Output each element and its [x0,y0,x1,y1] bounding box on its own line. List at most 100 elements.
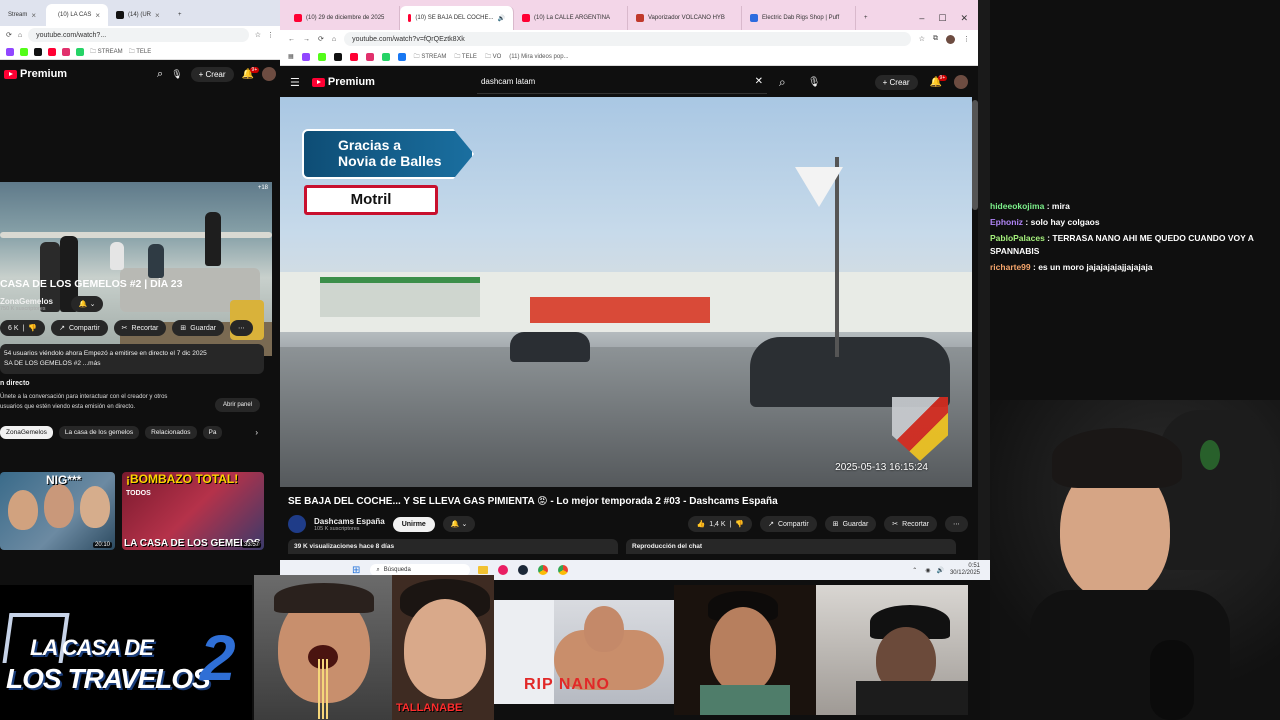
right-tab-1[interactable]: (10) 29 de diciembre de 2025 [286,6,400,30]
clip-button[interactable]: ✂ Recortar [113,320,167,336]
tray-chevron-icon[interactable]: ⌃ [912,567,917,574]
subscribed-bell-button[interactable]: 🔔 ⌄ [442,516,476,532]
chevron-right-icon[interactable]: › [255,428,258,437]
subscribed-bell-button[interactable]: 🔔 ⌄ [70,296,104,312]
youtube-premium-logo[interactable]: Premium [311,76,375,88]
share-button[interactable]: ↗ Compartir [51,320,108,336]
chrome-icon[interactable] [538,565,549,575]
related-video-thumbnail[interactable]: NIG*** 20:10 [0,472,115,550]
open-panel-button[interactable]: Abrir panel [214,398,260,412]
bookmark-star-icon[interactable]: ☆ [919,35,925,43]
volume-icon[interactable]: 🔊 [936,567,943,574]
home-icon[interactable]: ⌂ [332,36,336,43]
view-count[interactable]: 39 K visualizaciones hace 8 días [288,539,618,554]
search-icon[interactable]: ⌕ [157,68,163,81]
left-tab-3[interactable]: (14) (UR × [108,4,170,26]
twitch-bookmark-icon[interactable] [6,47,14,56]
chrome-icon[interactable] [558,565,569,575]
forward-icon[interactable]: → [303,36,310,43]
wifi-icon[interactable]: ◉ [925,567,930,574]
reload-icon[interactable]: ⟳ [318,35,324,43]
search-input[interactable]: dashcam latam ✕ [476,70,767,94]
bookmark-star-icon[interactable]: ☆ [255,31,261,39]
right-tab-5[interactable]: Electric Dab Rigs Shop | Puff [742,6,856,30]
steam-icon[interactable] [518,565,529,575]
chip-relacionados[interactable]: Relacionados [145,426,197,439]
related-video-thumbnail[interactable]: ¡BOMBAZO TOTAL! TODOS LA CASA DE LOS GEM… [122,472,264,550]
avatar[interactable] [954,75,968,89]
right-tab-3[interactable]: (10) La CALLE ARGENTINA [514,6,628,30]
reload-icon[interactable]: ⟳ [6,31,12,39]
right-tab-2[interactable]: (10) SE BAJA DEL COCHE... 🔊 [400,6,514,30]
share-button[interactable]: ↗ Compartir [760,516,817,532]
notifications-bell-icon[interactable]: 🔔 9+ [242,66,260,80]
bookmark-folder-tele[interactable]: 🗀 TELE [454,52,477,62]
home-icon[interactable]: ⌂ [18,32,22,39]
file-explorer-icon[interactable] [478,566,489,574]
audio-playing-icon[interactable]: 🔊 [498,15,505,22]
main-video-player[interactable]: Gracias a Novia de Balles Motril 2025-05… [280,97,972,487]
menu-kebab-icon[interactable]: ⋮ [267,31,274,39]
bookmark-folder-tele[interactable]: 🗀 TELE [129,47,152,57]
kick-bookmark-icon[interactable] [20,47,28,56]
search-icon[interactable]: ⌕ [779,75,786,90]
bookmark-folder-stream[interactable]: 🗀 STREAM [414,52,447,62]
left-tab-2[interactable]: (10) LA CAS × [46,4,108,26]
extensions-icon[interactable]: ⧉ [933,35,938,43]
left-address-bar[interactable]: youtube.com/watch?... [28,28,249,42]
create-button[interactable]: + Crear [874,74,918,90]
twitch-bookmark-icon[interactable] [301,52,310,61]
apps-grid-icon[interactable]: ▦ [288,53,294,60]
left-tab-1[interactable]: Stream × [0,4,46,26]
create-button[interactable]: + Crear [190,66,234,82]
save-button[interactable]: ⊞ Guardar [172,320,224,336]
hamburger-menu-icon[interactable]: ☰ [290,76,300,89]
instagram-bookmark-icon[interactable] [365,52,374,61]
new-tab-button[interactable]: + [170,4,188,26]
clip-button[interactable]: ✂ Recortar [884,516,937,532]
chip-casa-gemelos[interactable]: La casa de los gemelos [58,426,140,439]
microphone-icon[interactable]: 🎙 [808,77,821,88]
youtube-bookmark-icon[interactable] [349,52,358,61]
close-icon[interactable]: ✕ [960,13,968,24]
kick-bookmark-icon[interactable] [317,52,326,61]
menu-kebab-icon[interactable]: ⋮ [963,35,970,43]
channel-avatar[interactable] [288,515,306,533]
maximize-icon[interactable]: ☐ [938,13,946,24]
youtube-premium-logo[interactable]: Premium [4,68,67,80]
like-button[interactable]: 👍 1,4 K | 👎 [688,516,753,532]
bookmark-mira-videos[interactable]: (11) Mira videos pop... [509,54,568,60]
left-description-box[interactable]: 54 usuarios viéndolo ahora Empezó a emit… [0,344,264,374]
minimize-icon[interactable]: – [919,13,924,24]
close-tab-icon[interactable]: × [155,11,160,20]
profile-avatar[interactable] [946,34,955,44]
windows-start-icon[interactable]: ⊞ [352,565,360,576]
facebook-bookmark-icon[interactable] [397,52,406,61]
join-button[interactable]: Unirme [392,516,435,532]
close-tab-icon[interactable]: × [95,11,100,20]
taskbar-clock[interactable]: 0:51 30/12/2025 [950,563,980,577]
chat-replay-panel[interactable]: Reproducción del chat [626,539,956,554]
whatsapp-bookmark-icon[interactable] [381,52,390,61]
bookmark-folder-stream[interactable]: 🗀 STREAM [90,47,123,57]
more-actions-button[interactable]: ⋯ [229,320,253,336]
bookmark-folder-vo[interactable]: 🗀 VO [485,52,501,62]
app-icon[interactable] [498,565,509,575]
microphone-icon[interactable]: 🎙 [171,69,182,80]
right-tab-4[interactable]: Vaporizador VOLCANO HYB [628,6,742,30]
youtube-bookmark-icon[interactable] [48,47,56,56]
right-address-bar[interactable]: youtube.com/watch?v=fQrQEztk8Xk [344,32,911,46]
main-channel-name[interactable]: Dashcams España [314,517,385,526]
left-channel-name[interactable]: ZonaGemelos [0,297,53,306]
tiktok-bookmark-icon[interactable] [333,52,342,61]
whatsapp-bookmark-icon[interactable] [76,47,84,56]
chip-zonagemelos[interactable]: ZonaGemelos [0,426,53,439]
notifications-bell-icon[interactable]: 🔔 9+ [930,74,948,88]
avatar[interactable] [262,67,276,81]
more-actions-button[interactable]: ⋯ [945,516,968,532]
instagram-bookmark-icon[interactable] [62,47,70,56]
chip-more[interactable]: Pa [202,426,223,439]
close-tab-icon[interactable]: × [31,11,36,20]
new-tab-button[interactable]: + [856,6,878,30]
tiktok-bookmark-icon[interactable] [34,47,42,56]
